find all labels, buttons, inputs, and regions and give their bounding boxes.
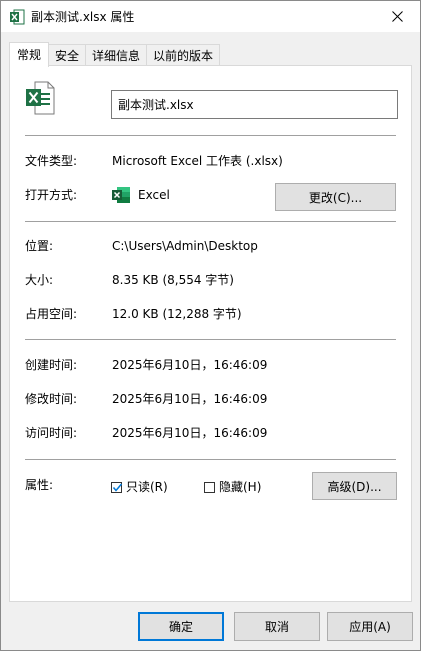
properties-dialog: 副本测试.xlsx 属性 常规 安全 详细信息 以前的版本 文件类 <box>0 0 421 651</box>
separator <box>25 221 396 222</box>
open-with-value: Excel <box>138 188 170 202</box>
hidden-label: 隐藏(H) <box>219 480 262 494</box>
accessed-label: 访问时间: <box>25 426 78 440</box>
apply-button[interactable]: 应用(A) <box>327 612 413 641</box>
advanced-button[interactable]: 高级(D)... <box>312 472 397 500</box>
file-type-label: 文件类型: <box>25 154 78 168</box>
window-title: 副本测试.xlsx 属性 <box>31 10 135 24</box>
readonly-checkbox-box[interactable] <box>111 481 123 493</box>
tab-strip: 常规 安全 详细信息 以前的版本 <box>9 42 221 67</box>
checkmark-icon <box>112 483 123 492</box>
hidden-checkbox-box[interactable] <box>204 481 215 493</box>
separator <box>25 135 396 136</box>
tab-general[interactable]: 常规 <box>9 42 50 67</box>
created-label: 创建时间: <box>25 358 78 372</box>
attributes-label: 属性: <box>25 478 54 492</box>
excel-app-icon <box>111 185 131 205</box>
separator <box>25 339 396 340</box>
tab-details[interactable]: 详细信息 <box>85 44 148 66</box>
readonly-checkbox[interactable]: 只读(R) <box>111 479 168 495</box>
file-name-input[interactable] <box>111 90 398 119</box>
size-value: 8.35 KB (8,554 字节) <box>112 273 234 287</box>
close-icon <box>391 11 403 22</box>
tab-previous-versions[interactable]: 以前的版本 <box>146 44 221 66</box>
modified-value: 2025年6月10日，16:46:09 <box>112 392 268 406</box>
created-value: 2025年6月10日，16:46:09 <box>112 358 268 372</box>
excel-title-icon <box>9 9 25 25</box>
excel-file-icon <box>25 81 55 115</box>
size-on-disk-value: 12.0 KB (12,288 字节) <box>112 307 242 321</box>
tab-security[interactable]: 安全 <box>48 44 87 66</box>
location-value: C:\Users\Admin\Desktop <box>112 239 258 253</box>
readonly-label: 只读(R) <box>126 480 168 494</box>
location-label: 位置: <box>25 239 54 253</box>
ok-button[interactable]: 确定 <box>138 612 224 641</box>
change-button[interactable]: 更改(C)... <box>275 183 396 211</box>
size-label: 大小: <box>25 273 54 287</box>
separator <box>25 459 396 460</box>
open-with-label: 打开方式: <box>25 188 78 202</box>
close-button[interactable] <box>374 1 420 32</box>
general-panel: 文件类型: Microsoft Excel 工作表 (.xlsx) 打开方式: … <box>9 65 412 602</box>
size-on-disk-label: 占用空间: <box>25 307 78 321</box>
accessed-value: 2025年6月10日，16:46:09 <box>112 426 268 440</box>
hidden-checkbox[interactable]: 隐藏(H) <box>204 479 261 495</box>
cancel-button[interactable]: 取消 <box>234 612 320 641</box>
file-type-value: Microsoft Excel 工作表 (.xlsx) <box>112 154 283 168</box>
title-bar: 副本测试.xlsx 属性 <box>1 1 420 32</box>
modified-label: 修改时间: <box>25 392 78 406</box>
